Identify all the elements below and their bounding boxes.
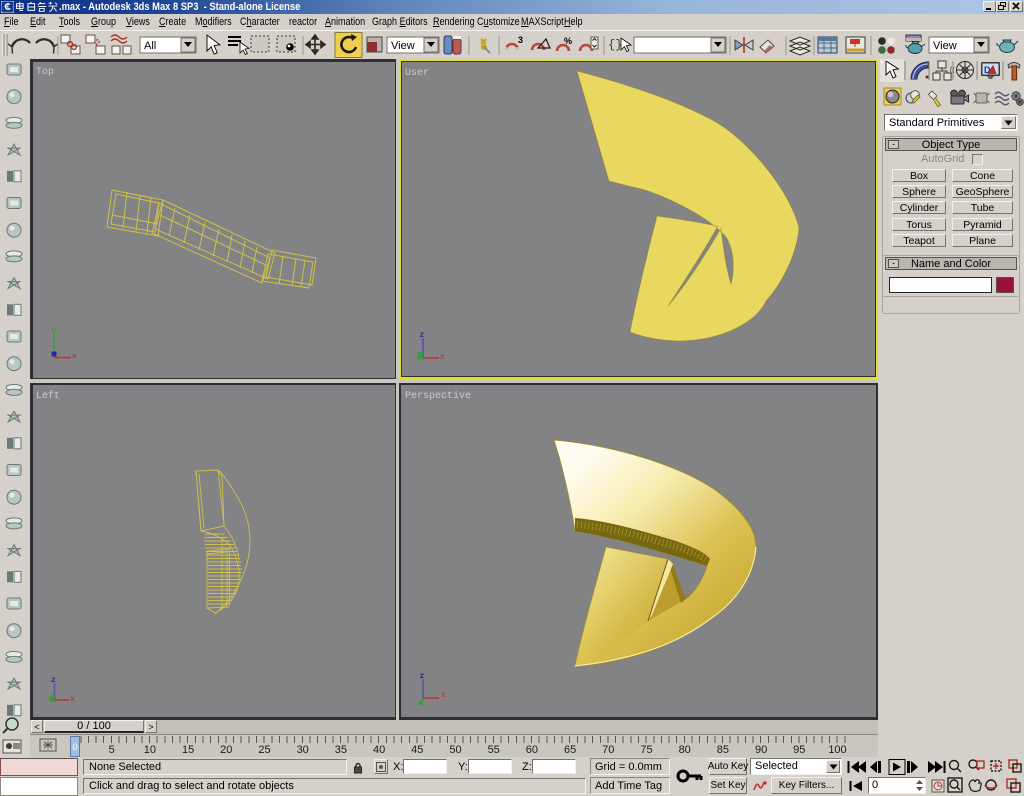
svg-text:{}: {} (608, 38, 622, 52)
svg-text:Top: Top (36, 67, 54, 78)
svg-text:User: User (405, 68, 429, 79)
svg-text:Perspective: Perspective (405, 390, 471, 402)
svg-text:Left: Left (36, 390, 60, 402)
svg-text:View: View (933, 40, 957, 52)
svg-text:3: 3 (518, 35, 523, 45)
svg-text:x: x (441, 691, 446, 700)
svg-text:z: z (420, 331, 425, 340)
svg-text:x: x (440, 353, 445, 362)
svg-text:View: View (391, 40, 415, 52)
svg-text:z: z (51, 676, 56, 685)
svg-text:All: All (144, 40, 156, 52)
svg-text:x: x (70, 695, 75, 704)
svg-text:x: x (72, 352, 77, 361)
svg-text:%: % (564, 36, 572, 46)
svg-text:z: z (420, 672, 425, 681)
